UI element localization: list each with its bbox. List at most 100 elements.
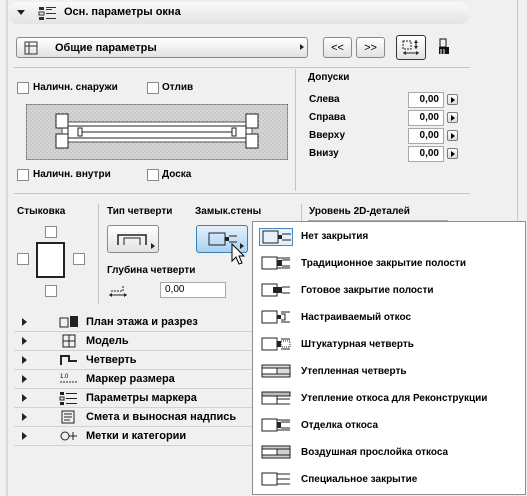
params-dropdown[interactable]: Общие параметры [16, 37, 308, 58]
sill-label: Отлив [162, 82, 194, 93]
menu-item-label: Утепление откоса для Реконструкции [301, 393, 488, 404]
menu-item-label: Готовое закрытие полости [301, 285, 434, 296]
tolerance-left-label: Слева [309, 94, 340, 105]
joint-left-checkbox[interactable] [17, 253, 29, 265]
divider [14, 67, 470, 68]
section-label: Смета и выносная надпись [86, 411, 237, 423]
section-label: Метки и категории [86, 430, 187, 442]
section-label: План этажа и разрез [86, 316, 198, 328]
menu-item-reveal-finish[interactable]: Отделка откоса [254, 413, 524, 440]
listing-icon [61, 410, 75, 424]
panel-left-border [6, 0, 8, 496]
inside-casing-label: Наличн. внутри [33, 169, 111, 180]
menu-item-reveal-insulation-renovation[interactable]: Утепление откоса для Реконструкции [254, 386, 524, 413]
no-closure-icon [259, 228, 293, 246]
custom-reveal-icon [261, 310, 290, 324]
special-closure-icon [261, 472, 290, 486]
expand-triangle-icon[interactable] [22, 356, 27, 364]
menu-item-label: Традиционное закрытие полости [301, 258, 466, 269]
expand-triangle-icon[interactable] [22, 432, 27, 440]
menu-item-plaster-rebate[interactable]: Штукатурная четверть [254, 332, 524, 359]
divider [14, 193, 470, 194]
params-dropdown-label: Общие параметры [55, 41, 157, 54]
menu-item-traditional-cavity[interactable]: Традиционное закрытие полости [254, 251, 524, 278]
air-gap-reveal-icon [261, 445, 291, 459]
tolerance-top-label: Вверху [309, 130, 346, 141]
dropdown-arrow-icon [300, 44, 304, 50]
expand-triangle-icon[interactable] [22, 394, 27, 402]
section-title: Осн. параметры окна [64, 6, 181, 18]
joint-preview [36, 242, 65, 278]
tolerance-left-field[interactable]: 0,00 [408, 92, 444, 108]
joint-label: Стыковка [17, 206, 66, 217]
next-page-button[interactable]: >> [356, 37, 385, 58]
expand-triangle-icon[interactable] [22, 318, 27, 326]
menu-item-custom-reveal[interactable]: Настраиваемый откос [254, 305, 524, 332]
traditional-cavity-icon [261, 256, 290, 270]
section-label: Модель [86, 335, 129, 347]
menu-item-label: Нет закрытия [301, 231, 369, 242]
expand-triangle-icon[interactable] [22, 413, 27, 421]
tolerance-right-field[interactable]: 0,00 [408, 110, 444, 126]
floor-plan-icon [59, 316, 78, 328]
board-checkbox[interactable] [147, 169, 159, 181]
menu-item-ready-cavity[interactable]: Готовое закрытие полости [254, 278, 524, 305]
model-icon [62, 334, 76, 348]
joint-right-checkbox[interactable] [73, 253, 85, 265]
tolerances-title: Допуски [308, 72, 350, 83]
rebate-depth-label: Глубина четверти [107, 265, 196, 276]
preview-toggle-button[interactable] [396, 35, 426, 60]
rebate-type-label: Тип четверти [107, 206, 173, 217]
section-label: Четверть [86, 354, 137, 366]
tolerance-right-label: Справа [309, 112, 346, 123]
prev-page-button[interactable]: << [323, 37, 352, 58]
section-label: Параметры маркера [86, 392, 197, 404]
tolerance-bottom-label: Внизу [309, 148, 339, 159]
menu-item-label: Штукатурная четверть [301, 339, 414, 350]
wall-closure-label: Замык.стены [195, 206, 262, 217]
window-params-icon [38, 7, 56, 20]
menu-item-label: Воздушная прослойка откоса [301, 447, 449, 458]
section-label: Маркер размера [86, 373, 175, 385]
rebate-depth-field[interactable]: 0,00 [160, 282, 226, 298]
board-label: Доска [162, 169, 192, 180]
menu-item-special-closure[interactable]: Специальное закрытие [254, 467, 524, 494]
outside-casing-label: Наличн. снаружи [33, 82, 118, 93]
dimension-marker-icon: 1.0 [60, 374, 78, 383]
menu-item-label: Отделка откоса [301, 420, 379, 431]
divider [295, 69, 296, 191]
menu-item-air-gap-reveal[interactable]: Воздушная прослойка откоса [254, 440, 524, 467]
brush-icon[interactable] [437, 38, 451, 56]
tolerance-right-arrow-button[interactable] [447, 112, 458, 123]
rebate-depth-icon [109, 285, 127, 297]
inside-casing-checkbox[interactable] [17, 169, 29, 181]
sill-checkbox[interactable] [147, 82, 159, 94]
dimension-arrows-icon [402, 39, 419, 55]
tolerance-bottom-arrow-button[interactable] [447, 148, 458, 159]
window-section-preview [26, 104, 288, 160]
rebate-shape-icon [117, 234, 147, 245]
divider [98, 204, 99, 304]
collapse-triangle-icon[interactable] [17, 10, 25, 15]
tolerance-top-arrow-button[interactable] [447, 130, 458, 141]
ready-cavity-icon [261, 283, 290, 297]
menu-item-no-closure[interactable]: Нет закрытия [254, 224, 524, 251]
tolerance-left-arrow-button[interactable] [447, 94, 458, 105]
rebate-type-arrow-icon [151, 243, 155, 249]
menu-item-insulated-rebate[interactable]: Утепленная четверть [254, 359, 524, 386]
mouse-cursor-icon [231, 243, 246, 265]
tolerance-bottom-field[interactable]: 0,00 [408, 146, 444, 162]
tolerance-top-field[interactable]: 0,00 [408, 128, 444, 144]
grid-icon [24, 41, 38, 54]
outside-casing-checkbox[interactable] [17, 82, 29, 94]
tags-icon [60, 431, 77, 441]
menu-item-label: Настраиваемый откос [301, 312, 412, 323]
plaster-rebate-icon [261, 337, 291, 351]
insulated-rebate-icon [261, 364, 291, 378]
expand-triangle-icon[interactable] [22, 375, 27, 383]
svg-text:1.0: 1.0 [60, 374, 69, 380]
joint-top-checkbox[interactable] [45, 226, 57, 238]
expand-triangle-icon[interactable] [22, 337, 27, 345]
detail-level-label: Уровень 2D-деталей [309, 206, 410, 217]
joint-bottom-checkbox[interactable] [45, 285, 57, 297]
